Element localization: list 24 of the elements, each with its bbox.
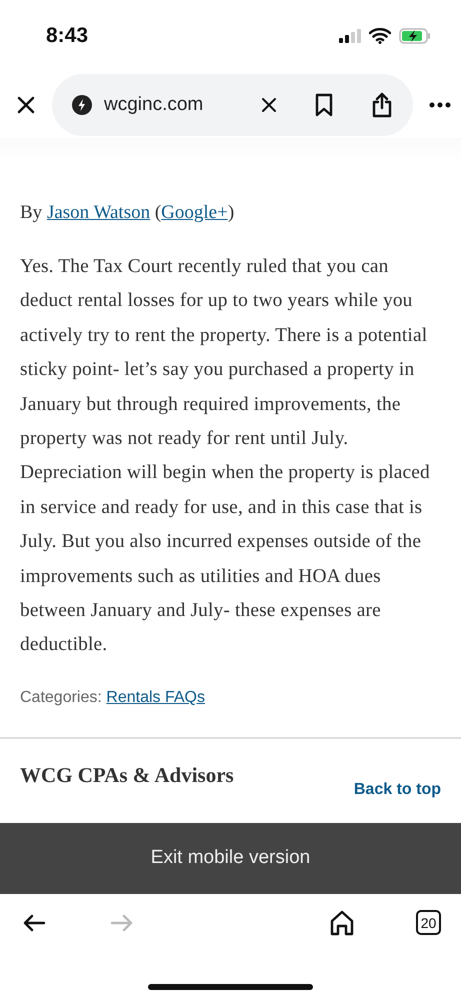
back-button[interactable] <box>22 912 46 933</box>
exit-mobile-button[interactable]: Exit mobile version <box>0 822 461 894</box>
tabs-button[interactable]: 20 <box>416 910 441 936</box>
article-body: Yes. The Tax Court recently ruled that you can deduct rental losses for up to two years while you actively try to rent the property. There is a potential sticky point- let’s say you purchased a property in January but through required improvements, the property was not ready for rent until July. Depreciation will begin when the property is placed in service and ready for use, and in this case that is July. But you also incurred expenses outside of the improvements such as utilities and HOA dues between January and July- these expenses are deductible. <box>20 255 431 658</box>
signal-icon <box>339 29 361 43</box>
back-to-top-link[interactable]: Back to top <box>354 780 441 799</box>
clear-button[interactable] <box>261 97 277 113</box>
status-time: 8:43 <box>46 24 88 48</box>
author-link[interactable]: Jason Watson <box>46 202 150 223</box>
address-bar[interactable]: wcginc.com <box>52 74 413 136</box>
url-text: wcginc.com <box>104 94 204 116</box>
more-button[interactable] <box>429 102 451 108</box>
category-link[interactable]: Rentals FAQs <box>106 688 205 706</box>
battery-charging-icon <box>399 28 431 44</box>
bookmark-button[interactable] <box>315 93 333 117</box>
close-button[interactable] <box>16 95 36 115</box>
share-button[interactable] <box>371 92 393 118</box>
categories-line: Categories: Rentals FAQs <box>20 688 206 707</box>
lightning-icon <box>72 95 92 115</box>
wifi-icon <box>369 28 391 44</box>
home-button[interactable] <box>330 910 354 936</box>
social-link[interactable]: Google+ <box>161 202 228 223</box>
byline: By Jason Watson (Google+) <box>20 201 236 225</box>
site-name: WCG CPAs & Advisors <box>20 762 234 789</box>
